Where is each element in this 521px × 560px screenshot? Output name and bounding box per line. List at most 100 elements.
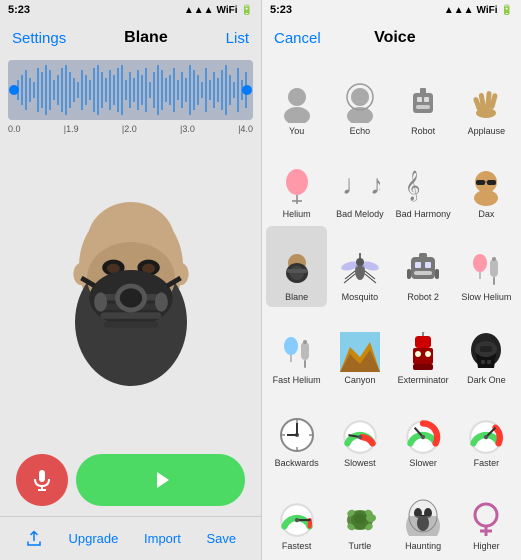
voice-item-applause[interactable]: Applause xyxy=(456,60,517,141)
voice-icon-exterminator xyxy=(402,331,444,373)
voice-icon-higher xyxy=(465,497,507,539)
voice-item-haunting[interactable]: Haunting xyxy=(393,475,454,556)
voice-icon-fastest xyxy=(276,497,318,539)
voice-item-faster[interactable]: Faster xyxy=(456,392,517,473)
voice-item-dax[interactable]: Dax xyxy=(456,143,517,224)
cancel-button[interactable]: Cancel xyxy=(274,30,321,47)
voice-label-mosquito: Mosquito xyxy=(342,292,379,303)
left-nav-bar: Settings Blane List xyxy=(0,20,261,56)
voice-icon-dax xyxy=(465,165,507,207)
list-button[interactable]: List xyxy=(226,30,249,47)
voice-icon-fast-helium xyxy=(276,331,318,373)
voice-label-robot2: Robot 2 xyxy=(407,292,439,303)
right-panel: 5:23 ▲▲▲ WiFi 🔋 Cancel Voice You xyxy=(261,0,521,560)
voice-icon-blane xyxy=(276,248,318,290)
voice-item-blane[interactable]: Blane xyxy=(266,226,327,307)
voice-label-faster: Faster xyxy=(474,458,500,469)
voice-item-bad-melody[interactable]: ♩♪ Bad Melody xyxy=(329,143,390,224)
voice-label-robot: Robot xyxy=(411,126,435,137)
voice-label-you: You xyxy=(289,126,304,137)
voice-icon-bad-melody: ♩♪ xyxy=(339,165,381,207)
voice-item-you[interactable]: You xyxy=(266,60,327,141)
mic-button[interactable] xyxy=(16,454,68,506)
voice-item-echo[interactable]: Echo xyxy=(329,60,390,141)
voice-label-echo: Echo xyxy=(350,126,371,137)
voice-item-helium[interactable]: Helium xyxy=(266,143,327,224)
voice-label-fast-helium: Fast Helium xyxy=(273,375,321,386)
voice-label-slowest: Slowest xyxy=(344,458,376,469)
voice-label-slow-helium: Slow Helium xyxy=(461,292,511,303)
voice-item-bad-harmony[interactable]: 𝄞 Bad Harmony xyxy=(393,143,454,224)
save-button[interactable]: Save xyxy=(207,531,237,546)
voice-item-backwards[interactable]: Backwards xyxy=(266,392,327,473)
signal-icon: ▲▲▲ xyxy=(184,5,214,16)
voice-label-blane: Blane xyxy=(285,292,308,303)
controls-row xyxy=(0,444,261,516)
voice-item-slower[interactable]: Slower xyxy=(393,392,454,473)
bottom-toolbar: Upgrade Import Save xyxy=(0,516,261,560)
voice-item-robot[interactable]: Robot xyxy=(393,60,454,141)
play-button[interactable] xyxy=(76,454,245,506)
voice-icon-backwards xyxy=(276,414,318,456)
import-button[interactable]: Import xyxy=(144,531,181,546)
voice-label-backwards: Backwards xyxy=(275,458,319,469)
svg-text:♩♪: ♩♪ xyxy=(342,169,380,200)
left-status-icons: ▲▲▲ WiFi 🔋 xyxy=(184,5,253,16)
waveform-svg xyxy=(8,60,253,120)
voice-icon-dark-one xyxy=(465,331,507,373)
voice-label-higher: Higher xyxy=(473,541,500,552)
voice-item-robot2[interactable]: Robot 2 xyxy=(393,226,454,307)
signal-icon-right: ▲▲▲ xyxy=(444,5,474,16)
voice-label-dax: Dax xyxy=(478,209,494,220)
left-nav-title: Blane xyxy=(124,29,168,47)
voice-item-mosquito[interactable]: Mosquito xyxy=(329,226,390,307)
waveform-labels: 0.0 |1.9 |2.0 |3.0 |4.0 xyxy=(0,124,261,134)
voice-icon-robot2 xyxy=(402,248,444,290)
voice-icon-slow-helium xyxy=(465,248,507,290)
wifi-icon: WiFi xyxy=(217,5,238,16)
voice-icon-robot xyxy=(402,82,444,124)
left-status-time: 5:23 xyxy=(8,4,30,16)
left-panel: 5:23 ▲▲▲ WiFi 🔋 Settings Blane List xyxy=(0,0,261,560)
voice-label-slower: Slower xyxy=(409,458,437,469)
voice-item-slow-helium[interactable]: Slow Helium xyxy=(456,226,517,307)
voice-item-canyon[interactable]: Canyon xyxy=(329,309,390,390)
voice-icon-slowest xyxy=(339,414,381,456)
play-icon xyxy=(149,468,173,492)
voice-item-turtle[interactable]: Turtle xyxy=(329,475,390,556)
voice-item-dark-one[interactable]: Dark One xyxy=(456,309,517,390)
voice-label-exterminator: Exterminator xyxy=(398,375,449,386)
voice-icon-turtle xyxy=(339,497,381,539)
voice-label-bad-harmony: Bad Harmony xyxy=(396,209,451,220)
voice-item-slowest[interactable]: Slowest xyxy=(329,392,390,473)
voice-item-higher[interactable]: Higher xyxy=(456,475,517,556)
voice-icon-haunting xyxy=(402,497,444,539)
voice-icon-bad-harmony: 𝄞 xyxy=(402,165,444,207)
settings-button[interactable]: Settings xyxy=(12,30,66,47)
voice-title: Voice xyxy=(374,29,416,47)
voice-icon-mosquito xyxy=(339,248,381,290)
voice-icon-canyon xyxy=(339,331,381,373)
mascot-area xyxy=(0,136,261,444)
voice-item-fast-helium[interactable]: Fast Helium xyxy=(266,309,327,390)
right-nav-bar: Cancel Voice xyxy=(262,20,521,56)
voice-icon-you xyxy=(276,82,318,124)
voice-grid: You Echo xyxy=(262,56,521,560)
mascot-svg xyxy=(51,190,211,390)
voice-icon-slower xyxy=(402,414,444,456)
voice-label-turtle: Turtle xyxy=(349,541,372,552)
upgrade-button[interactable]: Upgrade xyxy=(68,531,118,546)
voice-icon-helium xyxy=(276,165,318,207)
right-status-bar: 5:23 ▲▲▲ WiFi 🔋 xyxy=(262,0,521,20)
share-button[interactable] xyxy=(25,530,43,548)
wifi-icon-right: WiFi xyxy=(477,5,498,16)
voice-item-fastest[interactable]: Fastest xyxy=(266,475,327,556)
waveform-container[interactable] xyxy=(8,60,253,120)
voice-icon-echo xyxy=(339,82,381,124)
voice-label-bad-melody: Bad Melody xyxy=(336,209,384,220)
voice-icon-faster xyxy=(465,414,507,456)
voice-label-helium: Helium xyxy=(283,209,311,220)
voice-item-exterminator[interactable]: Exterminator xyxy=(393,309,454,390)
voice-icon-applause xyxy=(465,82,507,124)
share-icon xyxy=(25,530,43,548)
